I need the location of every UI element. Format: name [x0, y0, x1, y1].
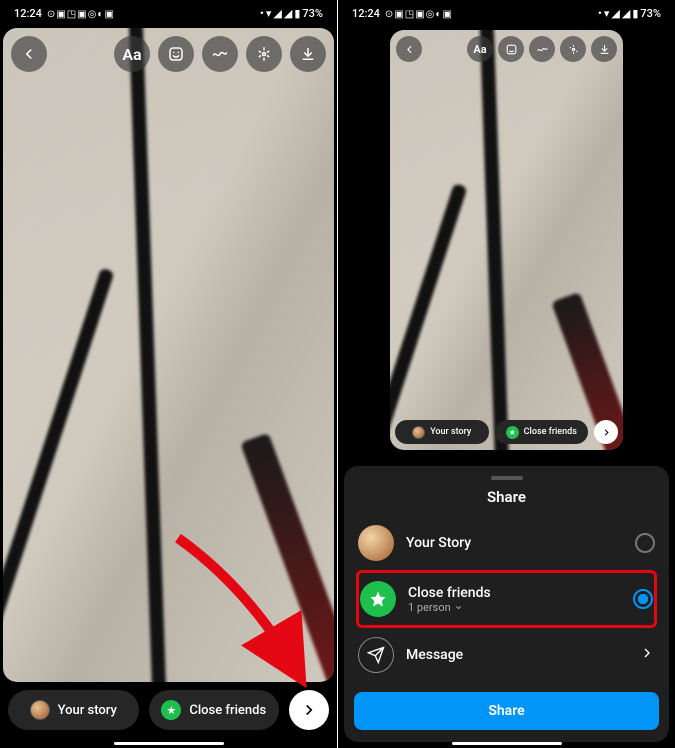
close-friends-label: Close friends [408, 585, 621, 601]
status-bar: 12:24 ⊙▣◳▣◎◐▣ • ▾ ◢ ◢ ▮ 73% [338, 0, 675, 26]
close-friends-label: Close friends [189, 703, 266, 718]
chevron-right-icon [639, 645, 655, 666]
back-button[interactable] [396, 36, 422, 62]
star-icon: ★ [161, 700, 181, 720]
editor-toolbar: Aa [396, 36, 617, 62]
home-indicator[interactable] [114, 742, 224, 745]
status-bar: 12:24 ⊙▣◳▣◎◐▣ • ▾ ◢ ◢ ▮ 73% [0, 0, 337, 26]
story-editor-canvas[interactable]: Aa [3, 28, 334, 682]
signal-icon: ◢ [611, 7, 619, 20]
close-friends-label: Close friends [524, 427, 577, 437]
your-story-label: Your Story [406, 535, 623, 551]
signal-icon-2: ◢ [622, 7, 630, 20]
status-time: 12:24 [352, 7, 380, 20]
share-button-label: Share [488, 703, 524, 719]
your-story-pill[interactable]: Your story [395, 420, 489, 444]
draw-tool-button[interactable] [202, 36, 238, 72]
sheet-title: Share [354, 488, 659, 506]
next-arrow-button[interactable] [594, 420, 618, 444]
left-screenshot: 12:24 ⊙▣◳▣◎◐▣ • ▾ ◢ ◢ ▮ 73% Aa [0, 0, 337, 748]
avatar [358, 525, 394, 561]
avatar [412, 426, 425, 439]
close-friends-pill[interactable]: ★ Close friends [495, 420, 589, 444]
story-editor-canvas-scaled: Aa Your story ★ [390, 30, 623, 450]
editor-toolbar: Aa [11, 36, 326, 72]
chevron-down-icon [454, 603, 463, 612]
text-tool-button[interactable]: Aa [467, 36, 493, 62]
your-story-label: Your story [430, 427, 471, 437]
send-icon [358, 637, 394, 673]
status-notif-icons: ⊙▣◳▣◎◐▣ [384, 7, 452, 20]
signal-icon-2: ◢ [284, 7, 292, 20]
signal-icon: ◢ [273, 7, 281, 20]
text-tool-button[interactable]: Aa [114, 36, 150, 72]
story-photo [3, 28, 334, 682]
story-photo [390, 30, 623, 450]
wifi-icon: ▾ [266, 7, 272, 20]
status-notif-icons: ⊙▣◳▣◎◐▣ [46, 7, 114, 20]
next-arrow-button[interactable] [289, 690, 329, 730]
download-button[interactable] [591, 36, 617, 62]
your-story-label: Your story [58, 703, 117, 718]
share-row-message[interactable]: Message [354, 628, 659, 682]
close-friends-pill[interactable]: ★ Close friends [149, 690, 280, 730]
wifi-icon: ▾ [604, 7, 610, 20]
effects-tool-button[interactable] [560, 36, 586, 62]
battery-icon: ▮ [632, 7, 638, 20]
back-button[interactable] [11, 36, 47, 72]
sheet-drag-handle[interactable] [491, 476, 523, 480]
status-dot: • [260, 7, 264, 20]
message-label: Message [406, 647, 627, 663]
radio-unselected[interactable] [635, 533, 655, 553]
battery-pct: 73% [302, 7, 323, 20]
status-time: 12:24 [14, 7, 42, 20]
avatar [30, 700, 50, 720]
draw-tool-button[interactable] [529, 36, 555, 62]
home-indicator[interactable] [452, 742, 562, 745]
share-button[interactable]: Share [354, 692, 659, 730]
share-row-close-friends[interactable]: Close friends 1 person [354, 570, 659, 628]
download-button[interactable] [290, 36, 326, 72]
close-friends-count[interactable]: 1 person [408, 601, 621, 614]
sticker-tool-button[interactable] [498, 36, 524, 62]
share-row-your-story[interactable]: Your Story [354, 516, 659, 570]
share-bar: Your story ★ Close friends [395, 420, 618, 444]
battery-icon: ▮ [294, 7, 300, 20]
share-sheet: Share Your Story Close friends 1 person [344, 466, 669, 742]
effects-tool-button[interactable] [246, 36, 282, 72]
share-bar: Your story ★ Close friends [8, 690, 329, 730]
star-icon: ★ [506, 426, 519, 439]
right-screenshot: 12:24 ⊙▣◳▣◎◐▣ • ▾ ◢ ◢ ▮ 73% Aa [338, 0, 675, 748]
radio-selected[interactable] [633, 589, 653, 609]
star-icon [360, 581, 396, 617]
status-dot: • [598, 7, 602, 20]
your-story-pill[interactable]: Your story [8, 690, 139, 730]
sticker-tool-button[interactable] [158, 36, 194, 72]
battery-pct: 73% [640, 7, 661, 20]
